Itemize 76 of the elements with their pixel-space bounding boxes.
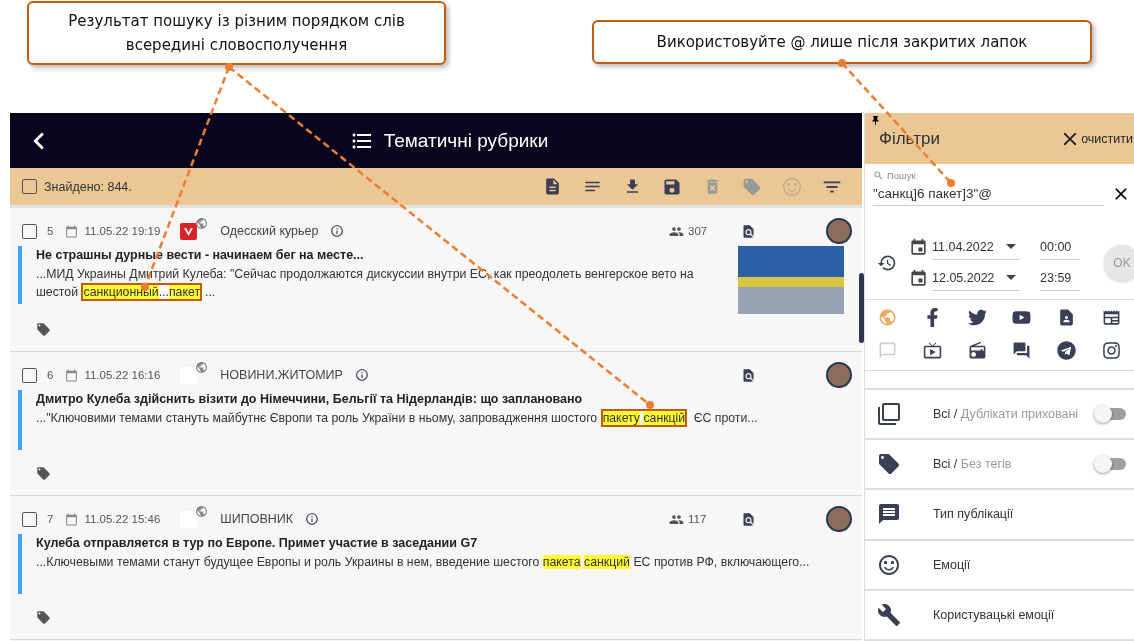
news-snippet: ...МИД Украины Дмитрий Кулеба: "Сейчас продолжаются дискуссии внутри ЕС, как преодолеть венгерское вето на шестой санкционный...пакет ... bbox=[36, 266, 695, 301]
calendar-icon bbox=[65, 512, 79, 526]
calendar-icon bbox=[65, 368, 79, 382]
news-title[interactable]: Кулеба отправляется в тур по Европе. Примет участие в заседании G7 bbox=[36, 534, 850, 553]
tag-icon bbox=[877, 452, 901, 477]
find-in-page-icon[interactable] bbox=[741, 511, 756, 527]
item-checkbox[interactable] bbox=[22, 223, 37, 239]
time-field[interactable]: 00:00 bbox=[1040, 234, 1080, 260]
tag-icon[interactable] bbox=[36, 466, 51, 481]
panel-title: Фільтри bbox=[879, 128, 941, 149]
date-field[interactable]: 12.05.2022 bbox=[932, 265, 1020, 291]
message-icon bbox=[877, 502, 901, 527]
source-name: ШИПОВНИК bbox=[220, 512, 294, 526]
item-date: 11.05.22 19:19 bbox=[84, 225, 161, 237]
calendar-icon bbox=[65, 224, 79, 238]
search-label: Пошук bbox=[887, 170, 916, 182]
avatar bbox=[826, 362, 852, 388]
newspaper-icon[interactable] bbox=[1102, 308, 1122, 327]
filter-label[interactable]: Всі / Дублікати приховані bbox=[933, 406, 1096, 421]
source-name: Одесский курьер bbox=[220, 224, 319, 238]
globe-icon bbox=[195, 504, 209, 518]
avatar bbox=[826, 506, 852, 532]
telegram-icon[interactable] bbox=[1057, 341, 1077, 360]
scrollbar bbox=[859, 273, 864, 343]
time-field[interactable]: 23:59 bbox=[1040, 265, 1080, 291]
news-title[interactable]: Дмитро Кулеба здійснить візити до Німеччини, Бельгії та Нідерландів: що заплановано bbox=[36, 390, 850, 409]
news-snippet: ..."Ключовими темами стануть майбутнє Європи та роль України в ньому, запровадження шостого пакету санкцій ЄС проти... bbox=[36, 409, 759, 427]
audience-count: 307 bbox=[688, 225, 708, 237]
tag-icon[interactable] bbox=[36, 610, 51, 625]
item-checkbox[interactable] bbox=[22, 367, 37, 383]
calendar-icon bbox=[909, 237, 928, 257]
tag-icon[interactable] bbox=[36, 322, 51, 337]
forum-icon[interactable] bbox=[1012, 341, 1032, 360]
caret-icon bbox=[1006, 275, 1016, 281]
select-all-checkbox[interactable] bbox=[22, 179, 37, 194]
find-in-page-icon[interactable] bbox=[741, 223, 756, 239]
source-name: НОВИНИ.ЖИТОМИР bbox=[220, 368, 343, 382]
duplicate-pages-icon bbox=[877, 401, 901, 426]
smiley-icon bbox=[877, 552, 901, 577]
caret-icon bbox=[1006, 244, 1016, 250]
filter-label[interactable]: Тип публікації bbox=[933, 507, 1126, 522]
callout: Використовуйте @ лише після закритих лапок bbox=[592, 20, 1092, 64]
callout: Результат пошуку із різним порядком слів всередині словосполучення bbox=[27, 1, 446, 65]
wrench-icon bbox=[877, 602, 901, 627]
globe-icon bbox=[195, 216, 209, 230]
calendar-icon bbox=[909, 268, 928, 288]
filter-label[interactable]: Користувацькі емоції bbox=[933, 607, 1126, 622]
item-number: 6 bbox=[47, 369, 54, 381]
audience-count: 117 bbox=[688, 513, 707, 525]
item-date: 11.05.22 16:16 bbox=[84, 369, 161, 381]
filter-label[interactable]: Всі / Без тегів bbox=[933, 457, 1096, 472]
info-icon[interactable] bbox=[305, 512, 320, 526]
item-checkbox[interactable] bbox=[22, 511, 37, 527]
instagram-icon[interactable] bbox=[1102, 341, 1122, 360]
highlight-frame: пакету санкцій bbox=[600, 409, 688, 427]
filter-label[interactable]: Емоції bbox=[933, 557, 1126, 572]
globe-icon bbox=[195, 360, 209, 374]
pin-icon[interactable] bbox=[870, 115, 881, 126]
info-icon[interactable] bbox=[330, 224, 345, 238]
clear-button[interactable]: очистити bbox=[1059, 127, 1133, 150]
radio-icon[interactable] bbox=[967, 341, 987, 360]
item-number: 5 bbox=[47, 225, 54, 237]
news-snippet: ...Ключевыми темами станут будущее Европы и роль Украины в нем, введение шестого пакета санкций ЕС против РФ, включающего... bbox=[36, 554, 811, 571]
info-icon[interactable] bbox=[354, 368, 369, 382]
results-count: Знайдено: 844. bbox=[44, 179, 133, 194]
find-in-page-icon[interactable] bbox=[741, 367, 756, 383]
highlight-frame: санкционный...пакет bbox=[81, 283, 203, 301]
search-icon bbox=[873, 170, 884, 182]
avatar bbox=[826, 218, 852, 244]
date-field[interactable]: 11.04.2022 bbox=[932, 234, 1020, 260]
page-title: Тематичні рубрики bbox=[383, 129, 549, 152]
youtube-icon[interactable] bbox=[1012, 308, 1032, 327]
tv-icon[interactable] bbox=[922, 341, 942, 360]
item-number: 7 bbox=[47, 513, 54, 525]
item-date: 11.05.22 15:46 bbox=[84, 513, 161, 525]
twitter-icon[interactable] bbox=[967, 308, 987, 327]
